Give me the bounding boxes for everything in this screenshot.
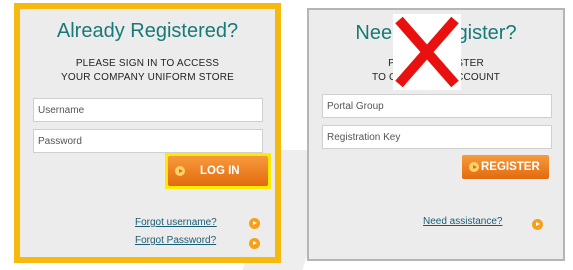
forgot-password-link[interactable]: Forgot Password? xyxy=(135,235,216,246)
red-x-icon xyxy=(393,14,461,90)
password-input[interactable] xyxy=(33,129,263,153)
login-subtitle-line2: YOUR COMPANY UNIFORM STORE xyxy=(61,72,234,83)
login-button-label: LOG IN xyxy=(200,165,240,177)
username-input[interactable] xyxy=(33,98,263,122)
login-panel: Already Registered? PLEASE SIGN IN TO AC… xyxy=(14,3,281,263)
login-subtitle-line1: PLEASE SIGN IN TO ACCESS xyxy=(75,58,220,69)
need-assistance-arrow-icon[interactable] xyxy=(532,219,543,230)
arrow-icon xyxy=(469,162,479,172)
registration-key-input[interactable] xyxy=(322,125,552,149)
forgot-password-arrow-icon[interactable] xyxy=(249,238,260,249)
login-button[interactable]: LOG IN xyxy=(168,156,268,186)
portal-group-input[interactable] xyxy=(322,94,552,118)
forgot-username-link[interactable]: Forgot username? xyxy=(135,217,217,228)
forgot-username-arrow-icon[interactable] xyxy=(249,218,260,229)
arrow-icon xyxy=(175,166,185,176)
login-button-highlight: LOG IN xyxy=(165,153,271,189)
need-assistance-link[interactable]: Need assistance? xyxy=(423,216,503,227)
login-heading: Already Registered? xyxy=(56,20,239,42)
register-button-label: REGISTER xyxy=(481,161,540,173)
register-button[interactable]: REGISTER xyxy=(462,155,549,179)
